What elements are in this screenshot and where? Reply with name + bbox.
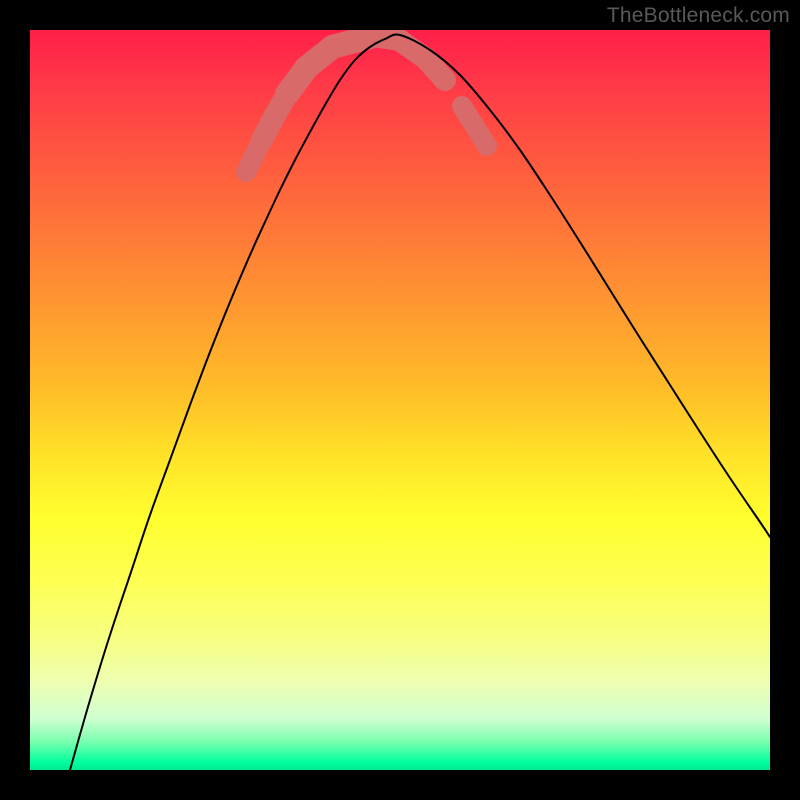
chart-svg bbox=[30, 30, 770, 770]
curve-marker bbox=[427, 60, 445, 80]
watermark-text: TheBottleneck.com bbox=[607, 4, 790, 28]
chart-frame: TheBottleneck.com bbox=[0, 0, 800, 800]
curve-marker bbox=[476, 128, 487, 146]
marker-layer bbox=[246, 36, 487, 172]
bottleneck-curve bbox=[70, 35, 770, 770]
plot-area bbox=[30, 30, 770, 770]
